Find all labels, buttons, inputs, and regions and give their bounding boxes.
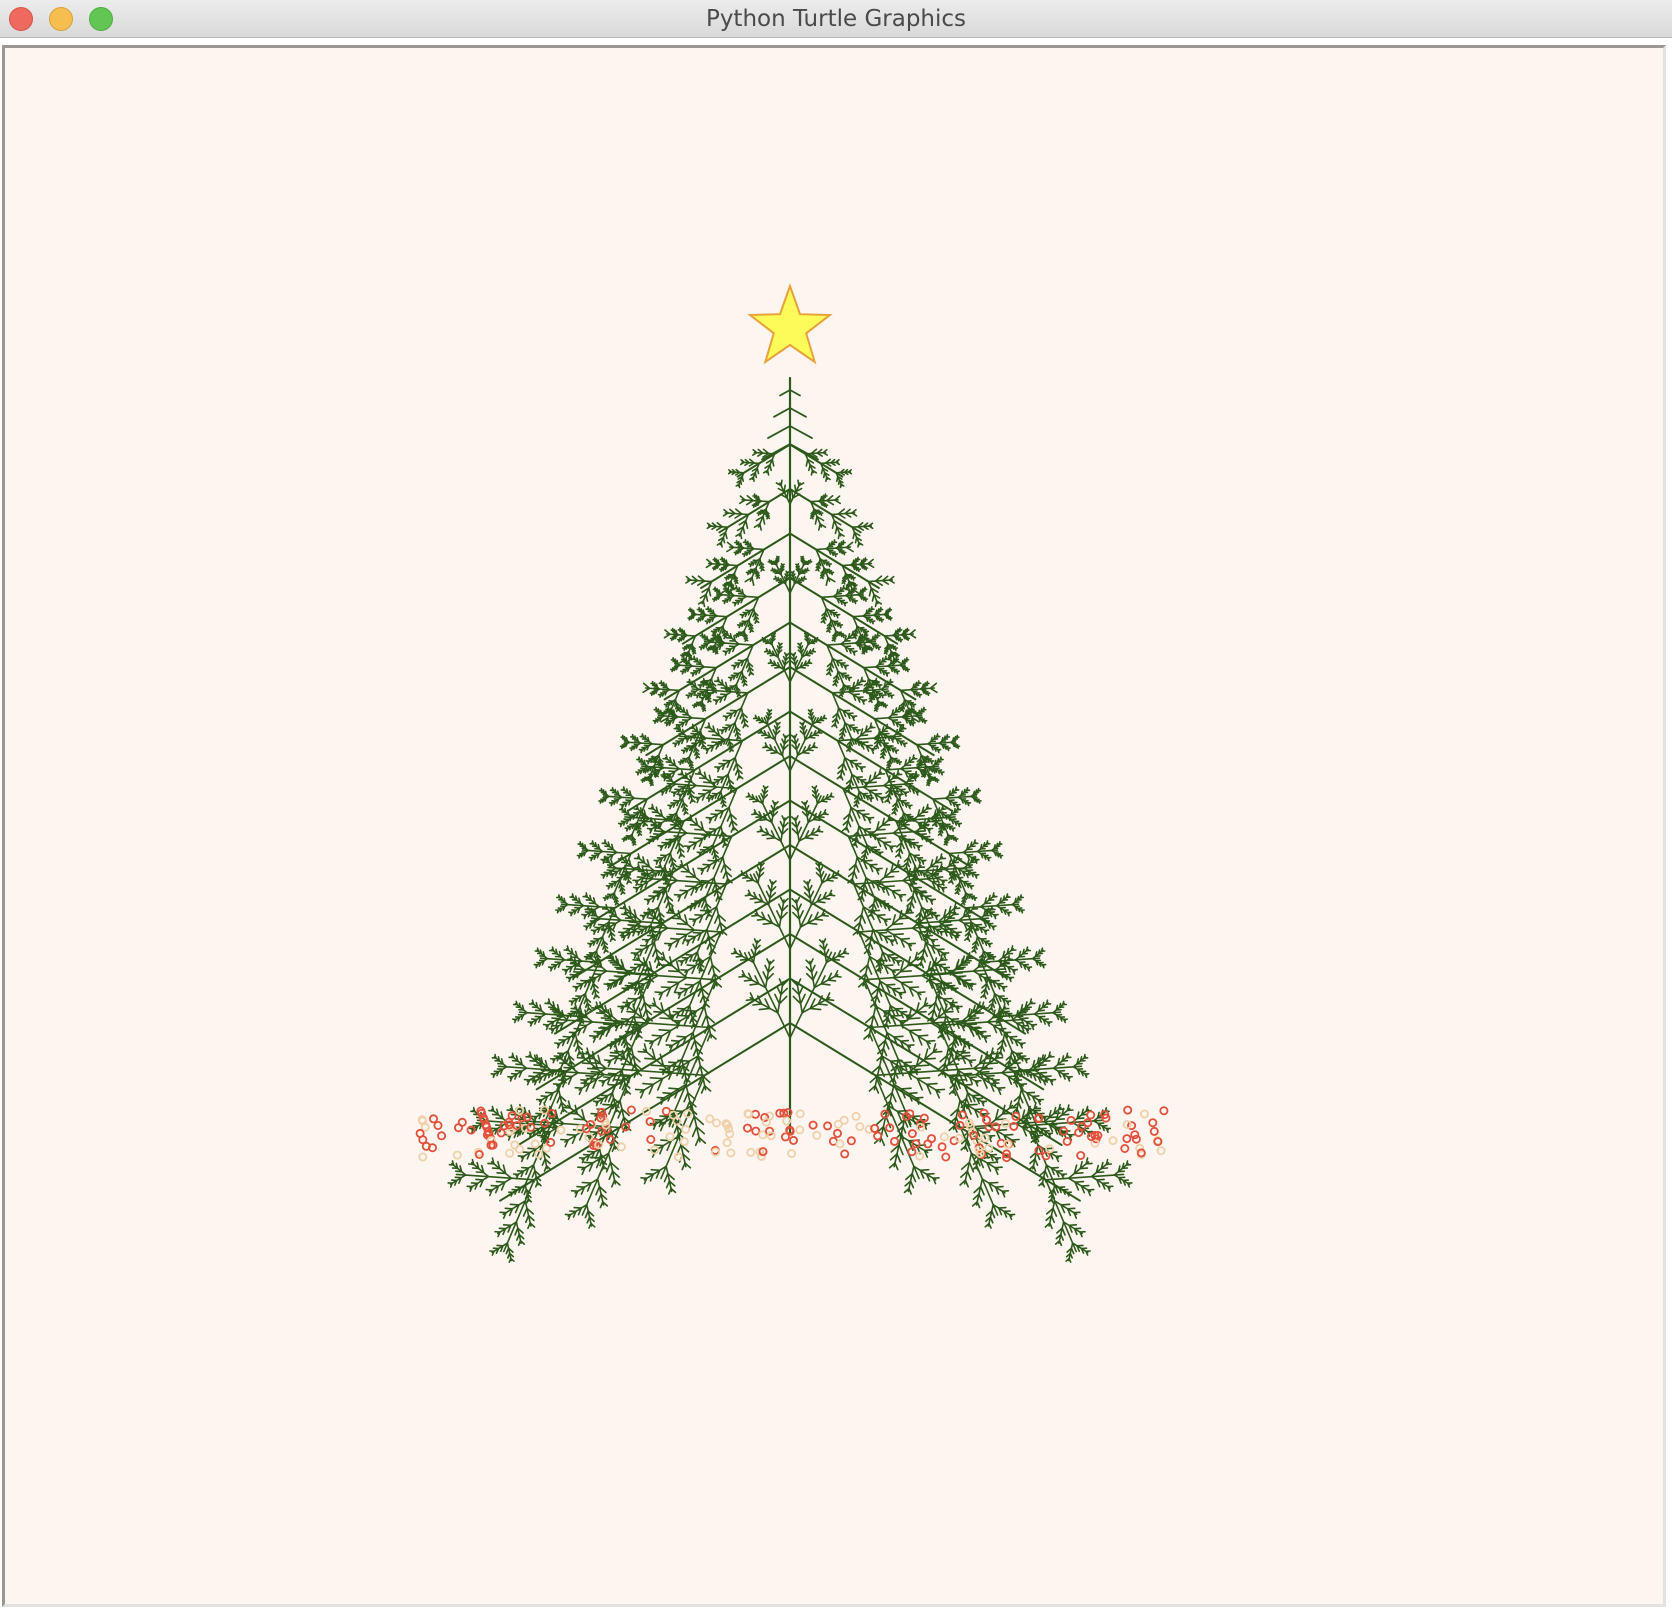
window-title: Python Turtle Graphics [705, 6, 967, 32]
title-bar[interactable]: Python Turtle Graphics [0, 0, 1672, 38]
star-icon [747, 283, 833, 365]
turtle-window: Python Turtle Graphics [0, 0, 1672, 1614]
drawing-surface [415, 283, 1169, 1263]
fractal-tree [447, 376, 1133, 1263]
turtle-canvas[interactable] [2, 45, 1666, 1607]
